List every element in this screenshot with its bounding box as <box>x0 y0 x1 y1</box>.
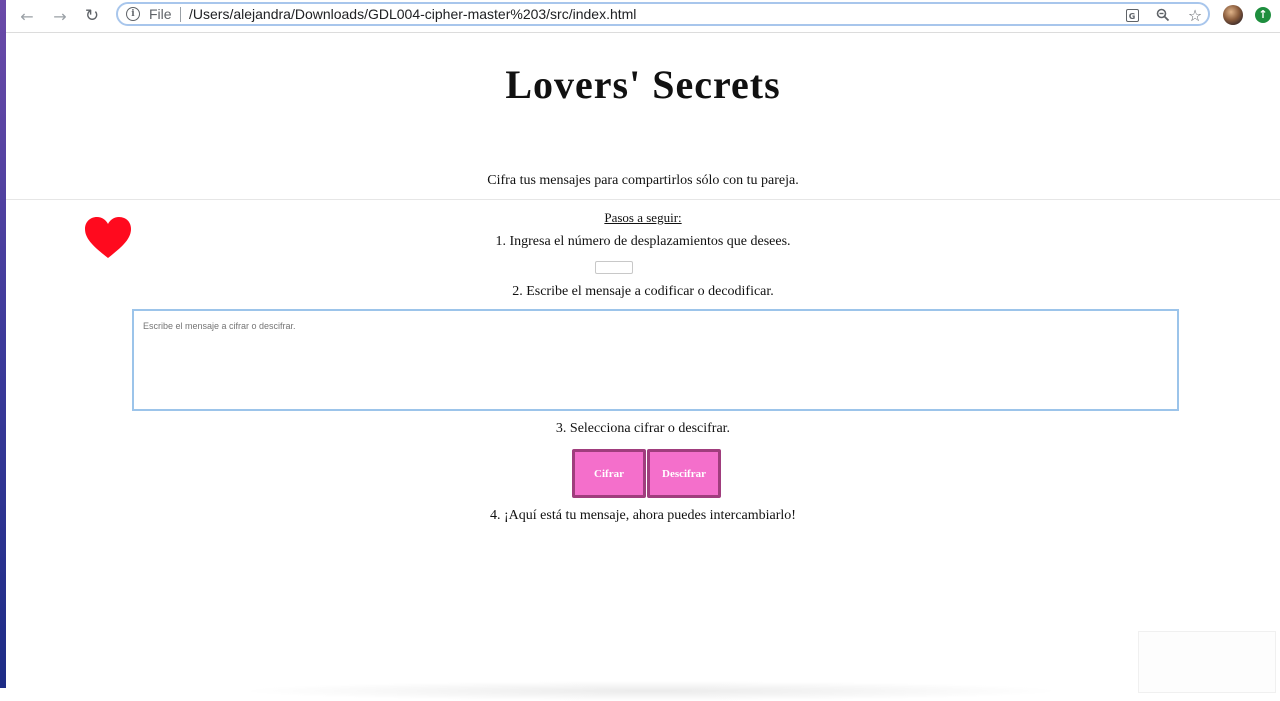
update-icon[interactable]: ↑ <box>1255 7 1271 23</box>
zoom-icon <box>1156 8 1170 22</box>
reload-button[interactable]: ↻ <box>79 4 105 28</box>
message-input[interactable] <box>132 309 1179 411</box>
scheme-label: File <box>149 6 172 22</box>
translate-icon: G <box>1125 8 1139 22</box>
encrypt-button[interactable]: Cifrar <box>572 449 646 498</box>
step-4-label: 4. ¡Aquí está tu mensaje, ahora puedes i… <box>490 508 796 523</box>
step-1-label: 1. Ingresa el número de desplazamientos … <box>495 234 791 249</box>
bookmark-button[interactable]: ☆ <box>1185 5 1205 25</box>
step-3-label: 3. Selecciona cifrar o descifrar. <box>555 421 731 436</box>
browser-toolbar: ← → ↻ i File /Users/alejandra/Downloads/… <box>6 0 1280 33</box>
divider <box>6 199 1280 200</box>
offset-input[interactable] <box>595 261 633 274</box>
avatar[interactable] <box>1223 5 1243 25</box>
page-content: Lovers' Secrets Cifra tus mensajes para … <box>6 33 1280 701</box>
step-2-label: 2. Escribe el mensaje a codificar o deco… <box>512 284 774 299</box>
address-bar[interactable]: i File /Users/alejandra/Downloads/GDL004… <box>116 2 1210 26</box>
back-button[interactable]: ← <box>14 4 40 28</box>
screenshot-thumbnail[interactable] <box>1138 631 1276 693</box>
reload-icon: ↻ <box>84 6 100 26</box>
zoom-button[interactable] <box>1153 5 1173 25</box>
arrow-left-icon: ← <box>20 6 34 26</box>
arrow-right-icon: → <box>53 6 67 26</box>
shadow-overlay <box>236 681 1066 701</box>
page-title: Lovers' Secrets <box>505 62 781 107</box>
decrypt-button[interactable]: Descifrar <box>647 449 721 498</box>
info-icon[interactable]: i <box>126 7 140 21</box>
star-icon: ☆ <box>1187 5 1203 25</box>
translate-button[interactable]: G <box>1122 5 1142 25</box>
url-text[interactable]: /Users/alejandra/Downloads/GDL004-cipher… <box>189 6 636 22</box>
page-subtitle: Cifra tus mensajes para compartirlos sól… <box>487 173 799 188</box>
forward-button[interactable]: → <box>47 4 73 28</box>
omnibox-separator <box>180 7 181 22</box>
steps-heading: Pasos a seguir: <box>604 210 682 225</box>
